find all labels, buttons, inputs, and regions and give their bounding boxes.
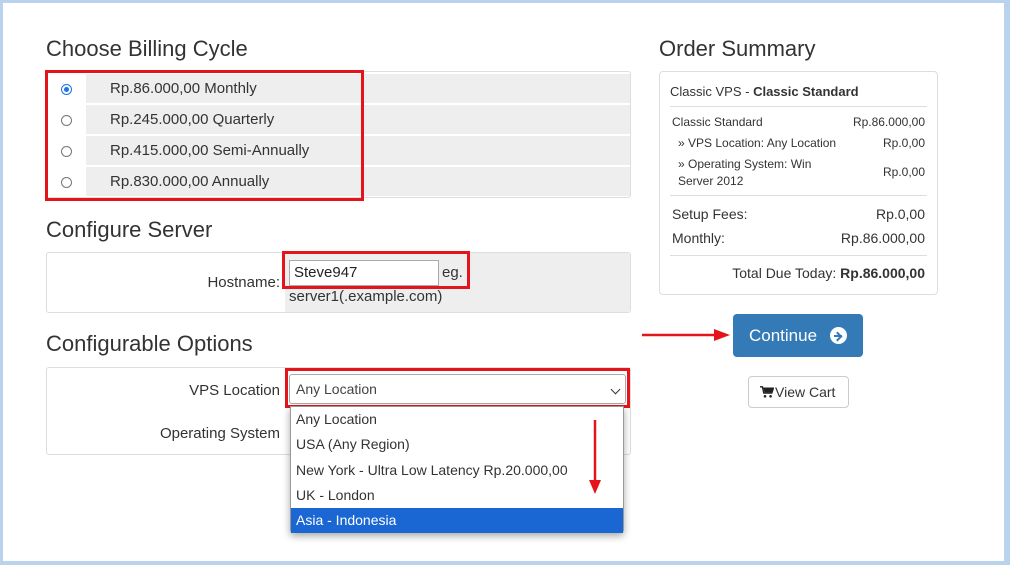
- view-cart-label: View Cart: [775, 384, 836, 400]
- divider: [670, 106, 927, 107]
- vps-location-label: VPS Location: [189, 382, 280, 399]
- hostname-hint-example: server1(.example.com): [289, 288, 443, 305]
- hostname-hint-eg: eg.: [442, 264, 463, 281]
- configurable-options-heading: Configurable Options: [46, 331, 253, 356]
- arrow-circle-right-icon: [830, 327, 847, 344]
- setup-fees-label: Setup Fees:: [672, 206, 748, 222]
- operating-system-label: Operating System: [159, 425, 280, 442]
- continue-label: Continue: [749, 326, 818, 345]
- summary-line-price: Rp.0,00: [882, 165, 925, 179]
- radio-semiannually[interactable]: [61, 146, 72, 157]
- billing-option-label: Rp.830.000,00 Annually: [110, 173, 270, 190]
- continue-button[interactable]: Continue: [733, 314, 863, 357]
- billing-option-label: Rp.86.000,00 Monthly: [110, 80, 257, 97]
- right-arrow-annotation: [642, 329, 730, 341]
- dropdown-option[interactable]: UK - London: [291, 483, 623, 508]
- summary-product-title: Classic VPS - Classic Standard: [670, 84, 859, 99]
- billing-option-annually[interactable]: Rp.830.000,00 Annually: [86, 167, 630, 196]
- summary-product-group: Classic VPS -: [670, 84, 754, 99]
- dropdown-option[interactable]: New York - Ultra Low Latency Rp.20.000,0…: [291, 458, 623, 483]
- total-due: Total Due Today: Rp.86.000,00: [732, 265, 925, 281]
- hostname-label: Hostname:: [207, 274, 280, 291]
- dropdown-option[interactable]: USA (Any Region): [291, 432, 623, 457]
- order-summary-panel: Classic VPS - Classic Standard Classic S…: [659, 71, 938, 295]
- summary-product-name: Classic Standard: [753, 84, 859, 99]
- view-cart-button[interactable]: View Cart: [748, 376, 849, 408]
- setup-fees-value: Rp.0,00: [875, 206, 925, 222]
- billing-option-monthly[interactable]: Rp.86.000,00 Monthly: [86, 74, 630, 103]
- dropdown-option-selected[interactable]: Asia - Indonesia: [291, 508, 623, 534]
- billing-option-label: Rp.245.000,00 Quarterly: [110, 111, 275, 128]
- vps-location-value: Any Location: [296, 381, 377, 397]
- hostname-input[interactable]: Steve947: [289, 260, 439, 286]
- monthly-label: Monthly:: [672, 230, 725, 246]
- total-label: Total Due Today:: [732, 265, 837, 281]
- shopping-cart-icon: [760, 386, 774, 398]
- radio-annually[interactable]: [61, 177, 72, 188]
- order-summary-heading: Order Summary: [659, 36, 816, 61]
- billing-option-semiannually[interactable]: Rp.415.000,00 Semi-Annually: [86, 136, 630, 165]
- divider: [670, 255, 927, 256]
- divider: [670, 195, 927, 196]
- billing-option-label: Rp.415.000,00 Semi-Annually: [110, 142, 310, 159]
- dropdown-option[interactable]: Any Location: [291, 407, 623, 432]
- total-value: Rp.86.000,00: [840, 265, 925, 281]
- hostname-value: Steve947: [294, 264, 358, 281]
- radio-monthly[interactable]: [61, 84, 72, 95]
- summary-line-name: » Operating System: Win Server 2012: [678, 157, 812, 188]
- radio-quarterly[interactable]: [61, 115, 72, 126]
- summary-line-name: » VPS Location: Any Location: [678, 136, 837, 150]
- configure-server-heading: Configure Server: [46, 217, 213, 242]
- summary-line-price: Rp.0,00: [882, 136, 925, 150]
- summary-line-price: Rp.86.000,00: [852, 115, 925, 129]
- billing-option-quarterly[interactable]: Rp.245.000,00 Quarterly: [86, 105, 630, 134]
- monthly-value: Rp.86.000,00: [840, 230, 925, 246]
- summary-line-name: Classic Standard: [672, 115, 763, 129]
- vps-location-dropdown[interactable]: Any Location USA (Any Region) New York -…: [290, 406, 624, 534]
- billing-heading: Choose Billing Cycle: [46, 36, 248, 61]
- chevron-down-icon: [610, 384, 621, 395]
- vps-location-select[interactable]: Any Location: [289, 374, 626, 404]
